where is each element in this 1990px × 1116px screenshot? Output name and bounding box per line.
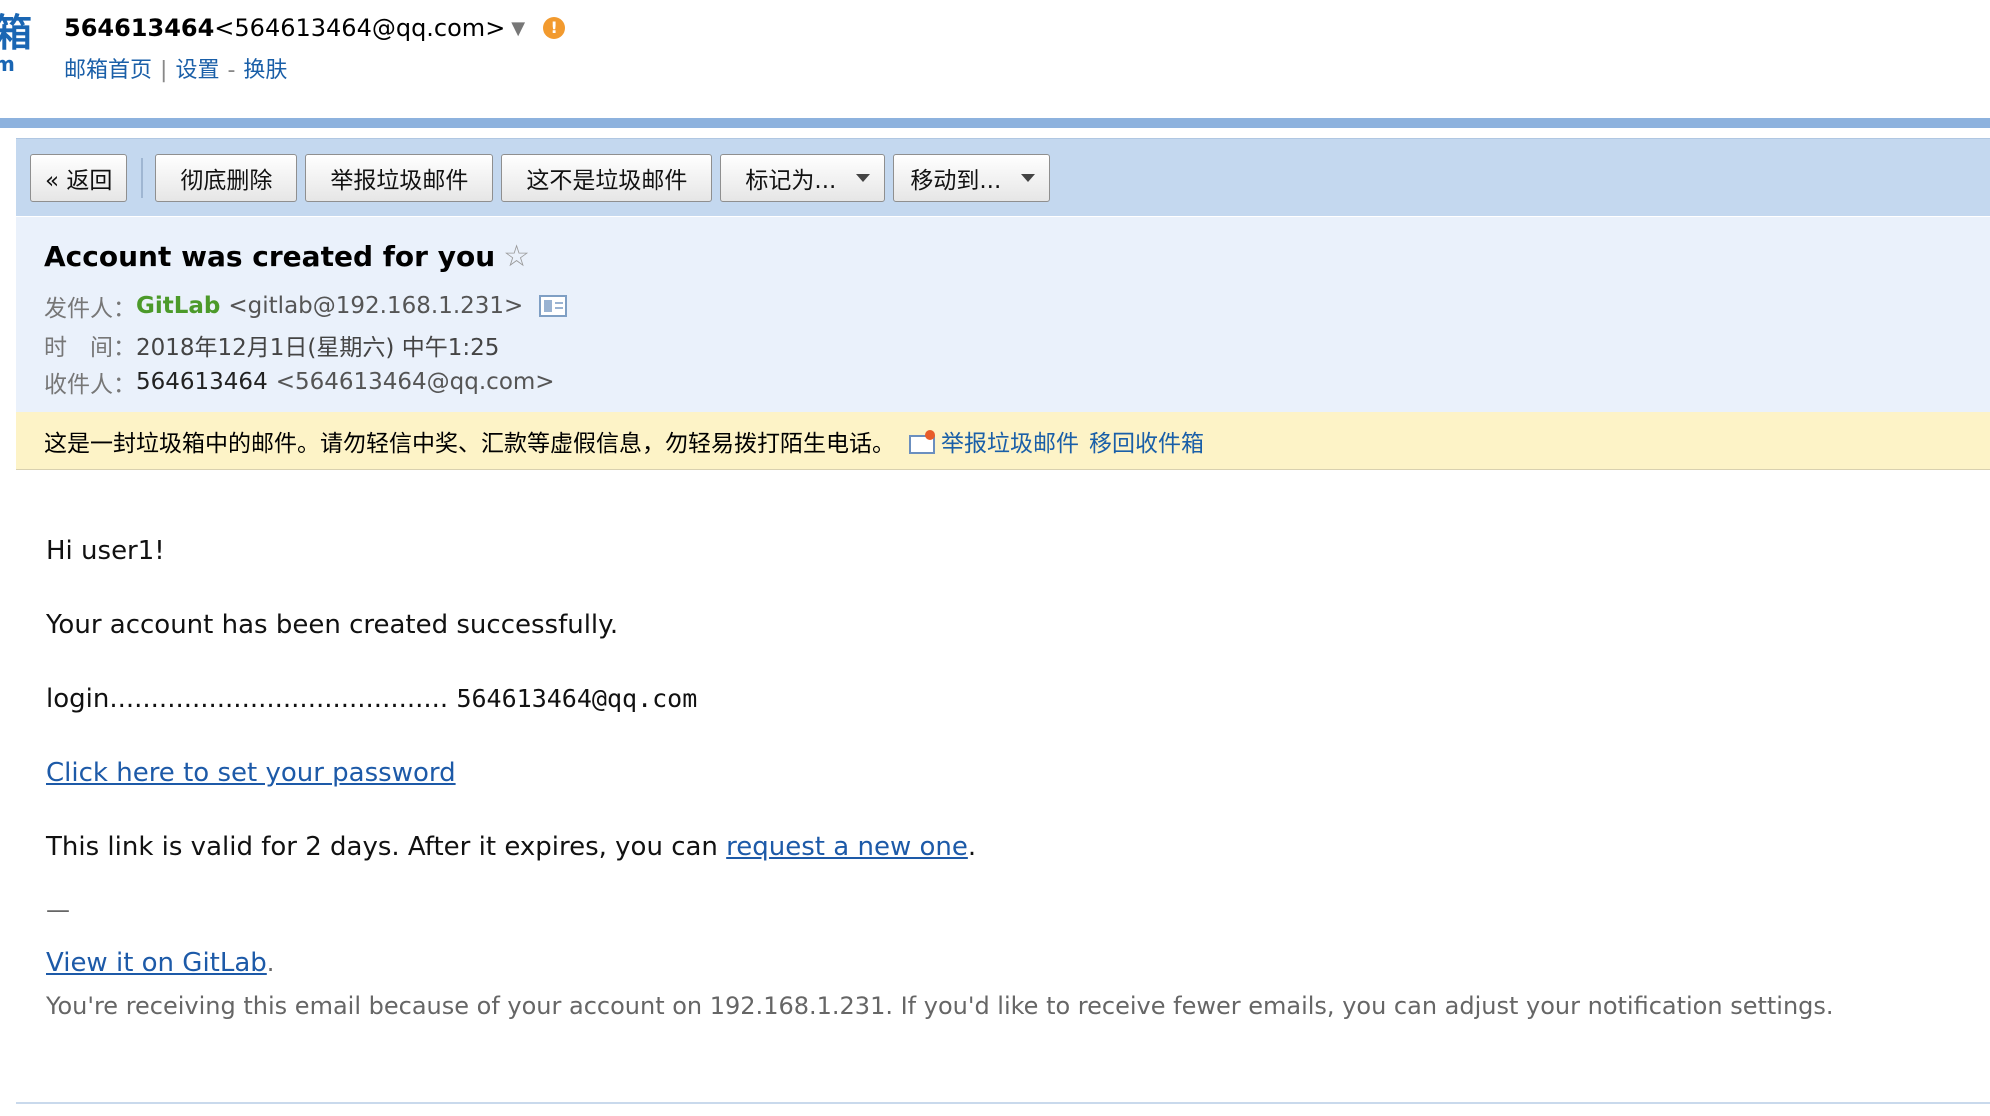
spam-warning-bar: 这是一封垃圾箱中的邮件。请勿轻信中奖、汇款等虚假信息，勿轻易拨打陌生电话。 举报… [16, 412, 1990, 470]
top-header: 箱 m 564613464 <564613464@qq.com> ▼ ! 邮箱首… [0, 0, 1990, 118]
bottom-divider [16, 1102, 1990, 1104]
set-password-link[interactable]: Click here to set your password [46, 758, 456, 788]
request-new-link[interactable]: request a new one [726, 832, 968, 862]
back-button[interactable]: « 返回 [30, 153, 128, 202]
link-divider: | [160, 58, 168, 83]
chevron-down-icon [856, 173, 871, 182]
toolbar-separator [141, 157, 144, 198]
mail-subject: Account was created for you ☆ [44, 239, 530, 274]
recipient-address: <564613464@qq.com> [275, 369, 555, 395]
view-suffix: . [266, 949, 275, 977]
back-button-label: « 返回 [45, 167, 113, 194]
time-value: 2018年12月1日(星期六) 中午1:25 [136, 335, 500, 361]
logo-subtext: m [0, 52, 15, 76]
signature-dash: — [46, 896, 70, 924]
move-to-label: 移动到... [910, 167, 1002, 194]
login-label: login...................................… [46, 684, 449, 714]
from-row: 发件人： GitLab <gitlab@192.168.1.231> [44, 289, 568, 323]
star-icon[interactable]: ☆ [503, 239, 530, 274]
alert-icon[interactable]: ! [543, 17, 566, 39]
change-skin-link[interactable]: 换肤 [243, 58, 287, 83]
report-spam-link[interactable]: 举报垃圾邮件 [941, 424, 1079, 458]
logo-char: 箱 [0, 11, 33, 55]
notification-notice: You're receiving this email because of y… [46, 992, 1834, 1020]
view-on-gitlab-line: View it on GitLab. [46, 948, 274, 978]
report-spam-button[interactable]: 举报垃圾邮件 [305, 153, 494, 202]
not-spam-button[interactable]: 这不是垃圾邮件 [501, 153, 713, 202]
time-row: 时 间： 2018年12月1日(星期六) 中午1:25 [44, 328, 499, 362]
to-row: 收件人： 564613464 <564613464@qq.com> [44, 365, 555, 399]
greeting: Hi user1! [46, 536, 165, 566]
set-password-line: Click here to set your password [46, 758, 456, 788]
delete-permanently-label: 彻底删除 [180, 167, 273, 194]
settings-link[interactable]: 设置 [175, 58, 219, 83]
mark-as-label: 标记为... [745, 167, 837, 194]
mail-header: Account was created for you ☆ 发件人： GitLa… [16, 217, 1990, 412]
view-on-gitlab-link[interactable]: View it on GitLab [46, 948, 267, 978]
login-value: 564613464@qq.com [456, 684, 698, 713]
contact-card-icon[interactable] [539, 295, 568, 317]
to-label: 收件人： [44, 372, 136, 398]
header-links: 邮箱首页 | 设置 - 换肤 [64, 52, 287, 84]
chevron-down-icon [1021, 173, 1036, 182]
move-to-inbox-link[interactable]: 移回收件箱 [1089, 424, 1204, 458]
subject-text: Account was created for you [44, 240, 496, 273]
mail-toolbar: « 返回 彻底删除 举报垃圾邮件 这不是垃圾邮件 标记为... 移动到... [16, 138, 1990, 216]
delete-permanently-button[interactable]: 彻底删除 [155, 153, 298, 202]
mailbox-logo[interactable]: 箱 m [0, 14, 32, 74]
validity-period: . [967, 832, 977, 862]
validity-text: This link is valid for 2 days. After it … [46, 832, 727, 862]
account-id: 564613464 [64, 14, 215, 42]
move-to-dropdown[interactable]: 移动到... [893, 153, 1051, 202]
sender-name[interactable]: GitLab [136, 293, 220, 319]
account-info: 564613464 <564613464@qq.com> ▼ ! [64, 14, 566, 42]
header-divider-bar [0, 118, 1990, 128]
spam-report-icon [909, 429, 935, 454]
from-label: 发件人： [44, 296, 136, 322]
time-label: 时 间： [44, 335, 136, 361]
report-spam-label: 举报垃圾邮件 [330, 167, 469, 194]
validity-line: This link is valid for 2 days. After it … [46, 832, 976, 862]
login-line: login...................................… [46, 684, 697, 714]
mailbox-home-link[interactable]: 邮箱首页 [64, 58, 152, 83]
skin-separator: - [227, 58, 236, 83]
account-created-text: Your account has been created successful… [46, 610, 619, 640]
sender-address: <gitlab@192.168.1.231> [228, 293, 524, 319]
not-spam-label: 这不是垃圾邮件 [526, 167, 688, 194]
recipient-name: 564613464 [136, 369, 268, 395]
account-address: <564613464@qq.com> [214, 14, 506, 42]
account-dropdown-icon[interactable]: ▼ [511, 18, 525, 39]
spam-warning-text: 这是一封垃圾箱中的邮件。请勿轻信中奖、汇款等虚假信息，勿轻易拨打陌生电话。 [44, 430, 895, 457]
mark-as-dropdown[interactable]: 标记为... [720, 153, 886, 202]
